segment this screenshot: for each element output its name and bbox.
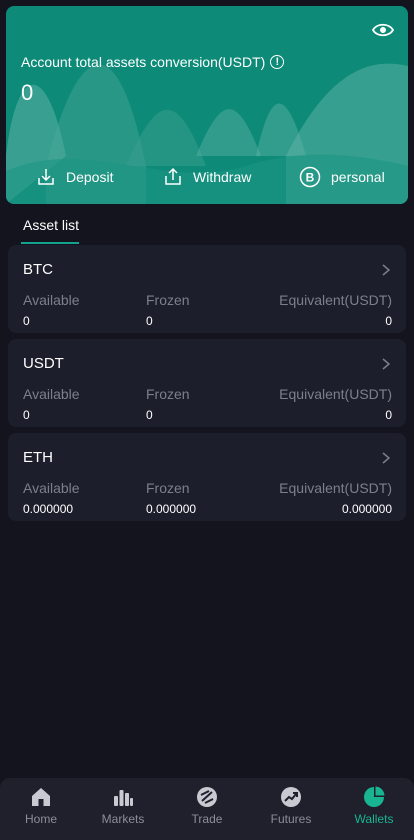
frozen-label: Frozen — [146, 292, 190, 308]
nav-trade[interactable]: Trade — [166, 778, 248, 840]
asset-name: ETH — [23, 449, 53, 466]
trade-icon — [197, 787, 217, 807]
deposit-button[interactable]: Deposit — [36, 160, 113, 194]
total-assets-label: Account total assets conversion(USDT) ! — [21, 54, 285, 70]
frozen-value: 0.000000 — [146, 502, 197, 516]
bitcoin-icon: B — [299, 166, 321, 188]
total-assets-label-text: Account total assets conversion(USDT) — [21, 54, 266, 70]
nav-label: Wallets — [354, 812, 394, 826]
available-value: 0 — [23, 408, 30, 422]
equivalent-value: 0 — [385, 314, 392, 328]
svg-text:B: B — [306, 171, 315, 185]
assets-header-card: Account total assets conversion(USDT) ! … — [6, 6, 408, 204]
tab-underline — [21, 242, 79, 244]
deposit-label: Deposit — [66, 169, 114, 185]
asset-card-eth[interactable]: ETH Available Frozen Equivalent(USDT) 0.… — [8, 433, 406, 521]
nav-label: Trade — [191, 812, 223, 826]
trend-up-icon — [281, 787, 301, 807]
frozen-label: Frozen — [146, 480, 190, 496]
asset-name: BTC — [23, 261, 53, 278]
personal-button[interactable]: B personal — [299, 160, 385, 194]
asset-name: USDT — [23, 355, 64, 372]
available-label: Available — [23, 292, 80, 308]
nav-label: Markets — [101, 812, 145, 826]
equivalent-label: Equivalent(USDT) — [279, 292, 392, 308]
nav-label: Futures — [270, 812, 312, 826]
withdraw-button[interactable]: Withdraw — [163, 160, 251, 194]
chevron-right-icon — [382, 358, 390, 370]
pie-chart-icon — [364, 786, 385, 807]
equivalent-value: 0.000000 — [341, 502, 392, 516]
nav-home[interactable]: Home — [0, 778, 82, 840]
available-label: Available — [23, 386, 80, 402]
available-label: Available — [23, 480, 80, 496]
asset-card-usdt[interactable]: USDT Available Frozen Equivalent(USDT) 0… — [8, 339, 406, 427]
download-icon — [38, 169, 54, 185]
nav-futures[interactable]: Futures — [250, 778, 332, 840]
bar-chart-icon — [114, 790, 133, 806]
eye-icon[interactable] — [372, 22, 394, 38]
total-assets-value: 0 — [21, 80, 34, 105]
available-value: 0.000000 — [23, 502, 74, 516]
bottom-nav: Home Markets Trade Futures Wallets — [0, 778, 414, 840]
header-actions: Deposit Withdraw B personal — [6, 160, 408, 194]
available-value: 0 — [23, 314, 30, 328]
frozen-label: Frozen — [146, 386, 190, 402]
chevron-right-icon — [382, 452, 390, 464]
equivalent-value: 0 — [385, 408, 392, 422]
equivalent-label: Equivalent(USDT) — [279, 480, 392, 496]
home-icon — [32, 788, 50, 806]
equivalent-label: Equivalent(USDT) — [279, 386, 392, 402]
frozen-value: 0 — [146, 314, 153, 328]
upload-icon — [165, 167, 181, 185]
nav-wallets[interactable]: Wallets — [333, 778, 414, 840]
asset-card-btc[interactable]: BTC Available Frozen Equivalent(USDT) 0 … — [8, 245, 406, 333]
nav-label: Home — [24, 812, 57, 826]
tab-asset-list[interactable]: Asset list — [23, 217, 79, 233]
frozen-value: 0 — [146, 408, 153, 422]
personal-label: personal — [331, 169, 385, 185]
nav-markets[interactable]: Markets — [82, 778, 164, 840]
chevron-right-icon — [382, 264, 390, 276]
info-icon[interactable]: ! — [270, 55, 285, 69]
withdraw-label: Withdraw — [193, 169, 252, 185]
